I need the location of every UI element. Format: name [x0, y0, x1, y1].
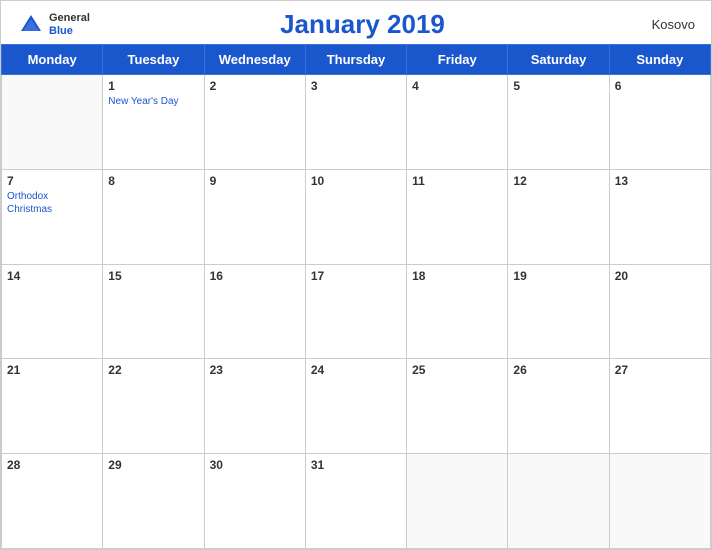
week-row-1: 1 New Year's Day 23456	[2, 75, 711, 170]
day-number: 10	[311, 174, 401, 188]
day-number: 15	[108, 269, 198, 283]
day-number: 17	[311, 269, 401, 283]
day-cell: 14	[2, 264, 103, 359]
week-row-3: 14 15 16 17 18 19 20	[2, 264, 711, 359]
day-cell: 5	[508, 75, 609, 170]
calendar-title: January 2019	[90, 9, 635, 40]
day-number: 3	[311, 79, 401, 93]
day-cell: 22	[103, 359, 204, 454]
day-cell	[508, 454, 609, 549]
day-cell: 21	[2, 359, 103, 454]
day-cell: 10	[305, 169, 406, 264]
logo-icon	[17, 11, 45, 39]
day-number: 9	[210, 174, 300, 188]
day-cell: 19	[508, 264, 609, 359]
logo-text: General Blue	[49, 12, 90, 36]
country-label: Kosovo	[635, 17, 695, 32]
day-number: 29	[108, 458, 198, 472]
col-saturday: Saturday	[508, 45, 609, 75]
day-cell	[407, 454, 508, 549]
day-number: 11	[412, 174, 502, 188]
day-number: 7	[7, 174, 97, 188]
day-cell: 2	[204, 75, 305, 170]
day-number: 1	[108, 79, 198, 93]
day-cell: 27	[609, 359, 710, 454]
day-cell: 6	[609, 75, 710, 170]
day-cell: 15	[103, 264, 204, 359]
day-cell: 8	[103, 169, 204, 264]
day-cell: 16	[204, 264, 305, 359]
week-row-5: 28 29 30 31	[2, 454, 711, 549]
day-cell	[2, 75, 103, 170]
day-cell: 12	[508, 169, 609, 264]
day-number: 20	[615, 269, 705, 283]
day-number: 18	[412, 269, 502, 283]
day-number: 23	[210, 363, 300, 377]
day-cell: 4	[407, 75, 508, 170]
day-number: 8	[108, 174, 198, 188]
day-cell: 11	[407, 169, 508, 264]
col-friday: Friday	[407, 45, 508, 75]
day-number: 12	[513, 174, 603, 188]
day-number: 6	[615, 79, 705, 93]
day-number: 14	[7, 269, 97, 283]
col-tuesday: Tuesday	[103, 45, 204, 75]
calendar-table: Monday Tuesday Wednesday Thursday Friday…	[1, 44, 711, 549]
day-cell: 7 Orthodox Christmas	[2, 169, 103, 264]
day-number: 4	[412, 79, 502, 93]
day-cell: 18	[407, 264, 508, 359]
calendar-header: Monday Tuesday Wednesday Thursday Friday…	[2, 45, 711, 75]
logo: General Blue	[17, 11, 90, 39]
day-number: 16	[210, 269, 300, 283]
col-wednesday: Wednesday	[204, 45, 305, 75]
header-row: Monday Tuesday Wednesday Thursday Friday…	[2, 45, 711, 75]
day-number: 27	[615, 363, 705, 377]
day-cell: 9	[204, 169, 305, 264]
col-thursday: Thursday	[305, 45, 406, 75]
day-cell: 3	[305, 75, 406, 170]
calendar-wrapper: General Blue January 2019 Kosovo Monday …	[0, 0, 712, 550]
day-cell: 24	[305, 359, 406, 454]
logo-general-text: General	[49, 12, 90, 24]
day-number: 13	[615, 174, 705, 188]
day-number: 2	[210, 79, 300, 93]
week-row-4: 21 22 23 24 25 26 27	[2, 359, 711, 454]
day-cell: 1 New Year's Day	[103, 75, 204, 170]
day-number: 5	[513, 79, 603, 93]
day-number: 25	[412, 363, 502, 377]
day-cell: 28	[2, 454, 103, 549]
day-number: 28	[7, 458, 97, 472]
top-bar: General Blue January 2019 Kosovo	[1, 1, 711, 44]
day-cell: 25	[407, 359, 508, 454]
day-number: 30	[210, 458, 300, 472]
holiday-label: New Year's Day	[108, 95, 198, 108]
day-cell: 26	[508, 359, 609, 454]
day-cell: 20	[609, 264, 710, 359]
day-cell: 30	[204, 454, 305, 549]
day-number: 21	[7, 363, 97, 377]
col-sunday: Sunday	[609, 45, 710, 75]
day-cell: 31	[305, 454, 406, 549]
holiday-label: Orthodox Christmas	[7, 190, 97, 216]
day-number: 26	[513, 363, 603, 377]
day-number: 19	[513, 269, 603, 283]
day-number: 22	[108, 363, 198, 377]
day-cell: 29	[103, 454, 204, 549]
day-cell: 23	[204, 359, 305, 454]
day-cell: 13	[609, 169, 710, 264]
calendar-body: 1New Year's Day234567Orthodox Christmas8…	[2, 75, 711, 549]
logo-blue-text: Blue	[49, 25, 90, 37]
day-cell: 17	[305, 264, 406, 359]
day-cell	[609, 454, 710, 549]
col-monday: Monday	[2, 45, 103, 75]
day-number: 24	[311, 363, 401, 377]
day-number: 31	[311, 458, 401, 472]
week-row-2: 7 Orthodox Christmas 89 10 11 12 13	[2, 169, 711, 264]
